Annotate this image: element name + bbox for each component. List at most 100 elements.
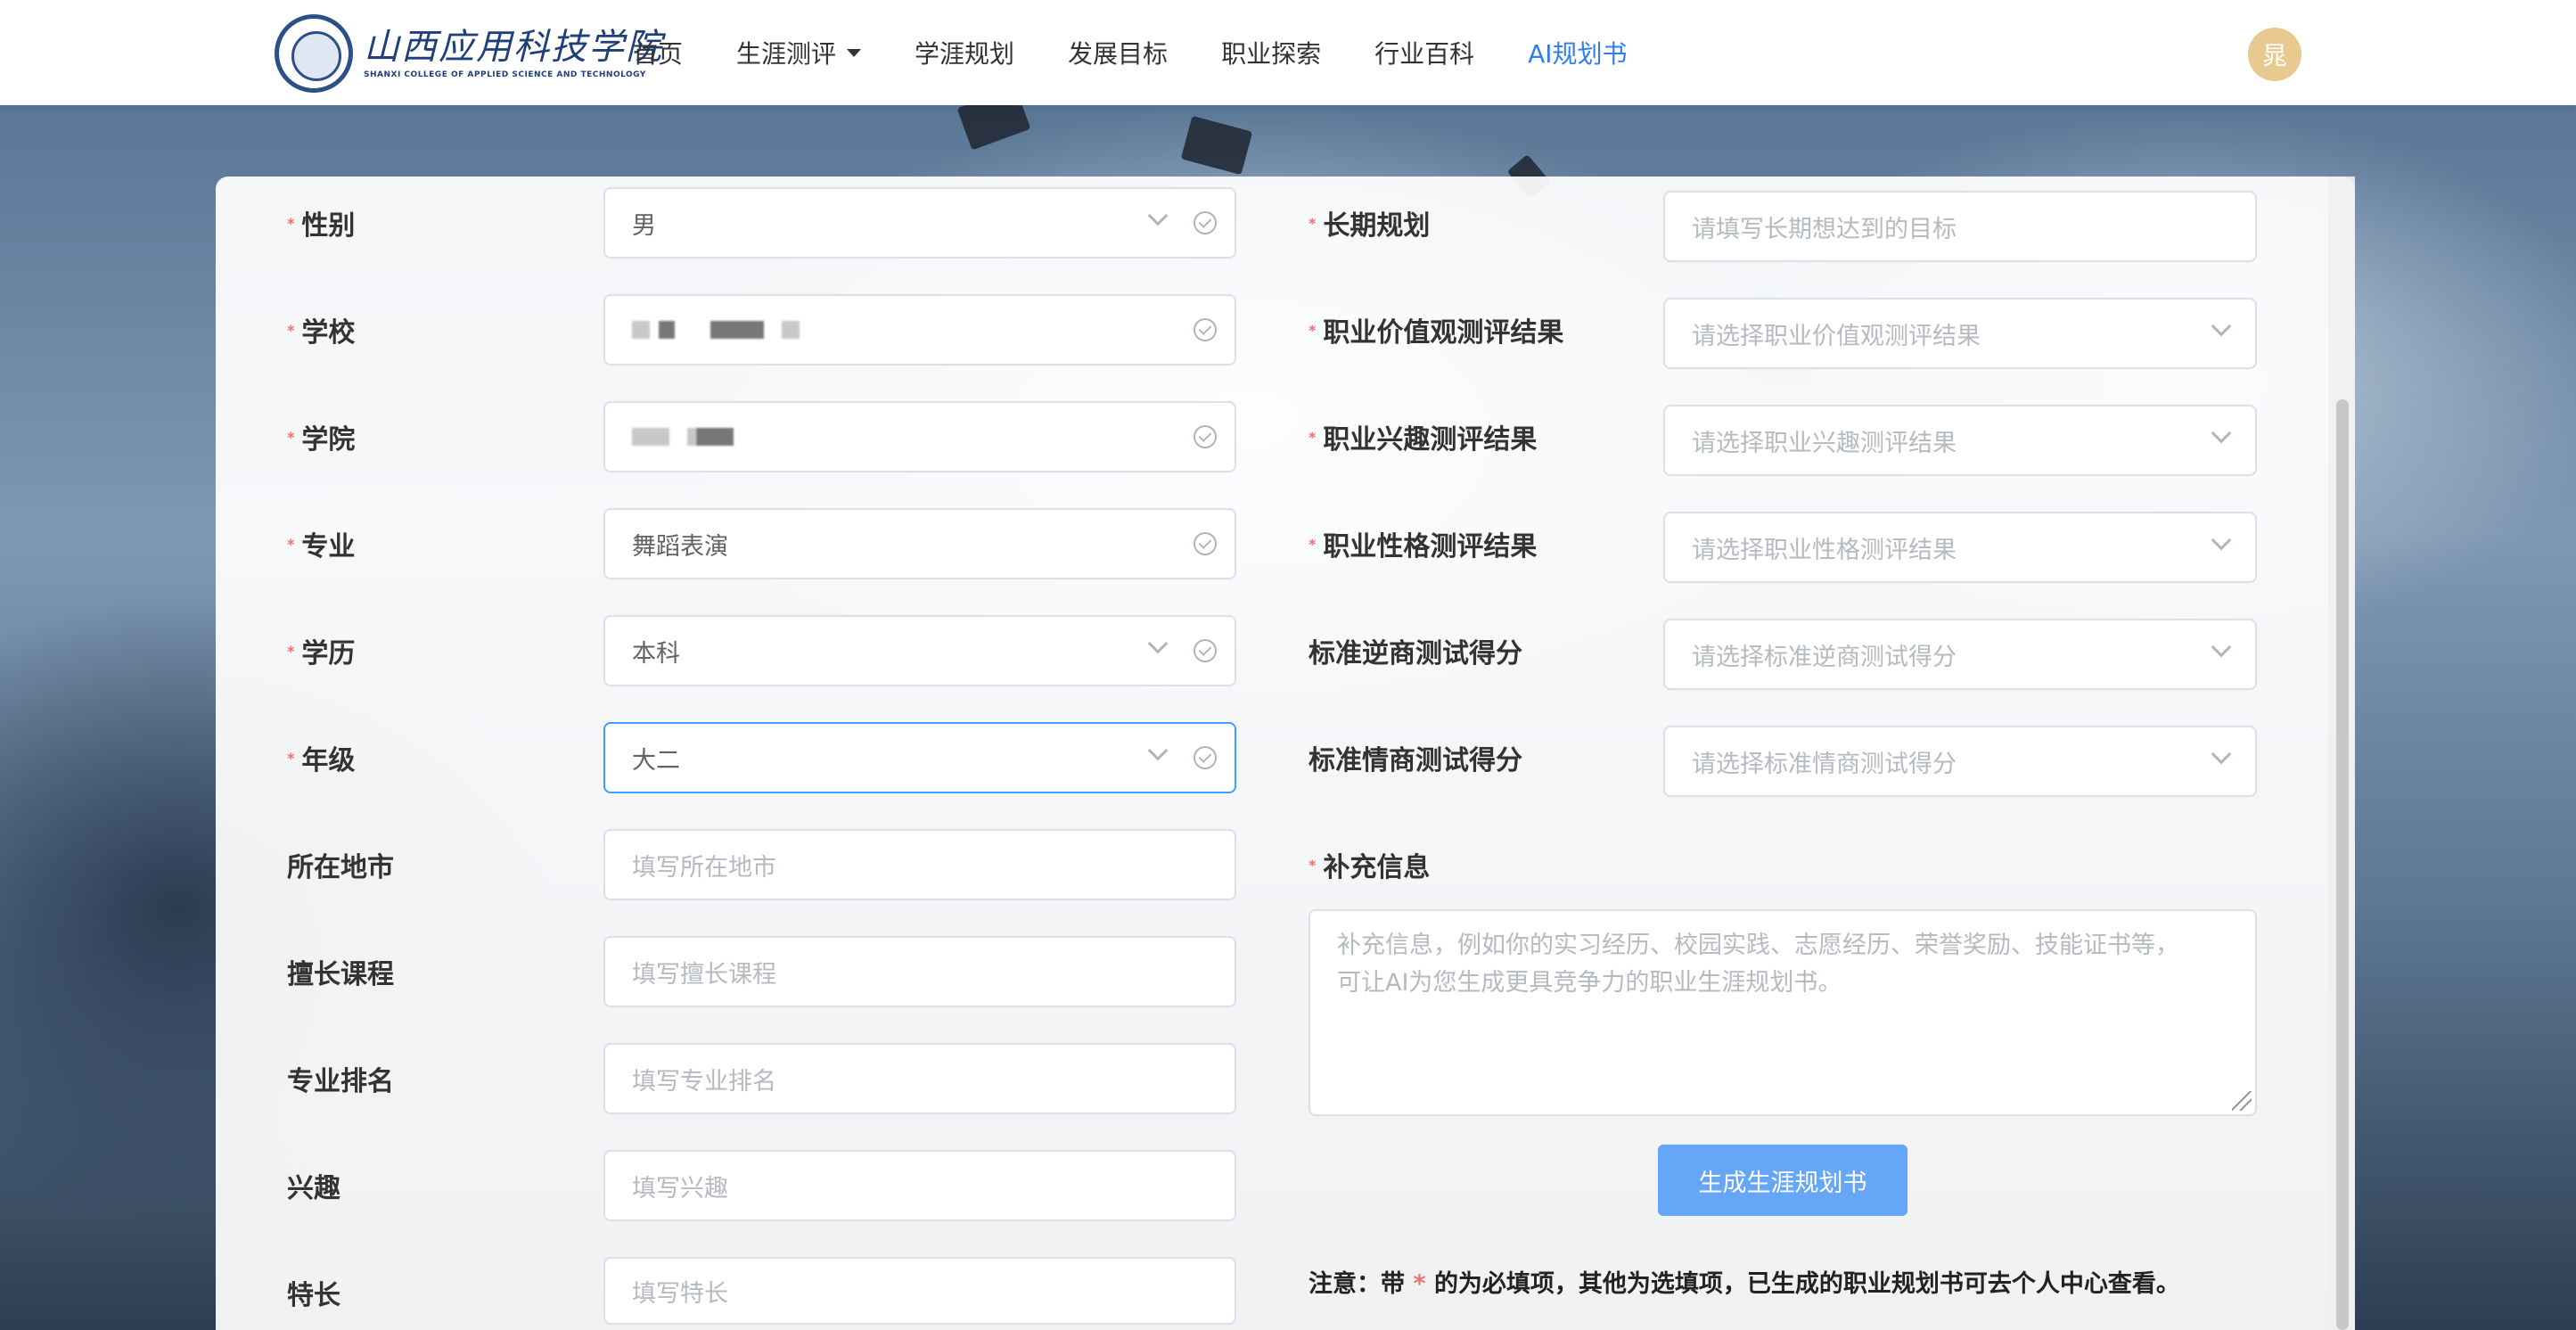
- nav-home[interactable]: 首页: [633, 35, 683, 70]
- school-label: 学校: [301, 317, 356, 349]
- chevron-down-icon: [2211, 423, 2232, 444]
- grade-select[interactable]: 大二: [603, 722, 1236, 793]
- caret-down-icon: [847, 48, 862, 57]
- extra-label-row: * 补充信息: [1309, 845, 1430, 884]
- course-label: 擅长课程: [287, 959, 394, 990]
- logo-english-name: SHANXI COLLEGE OF APPLIED SCIENCE AND TE…: [364, 70, 646, 79]
- check-circle-icon: [1194, 318, 1217, 341]
- nav-development-goals[interactable]: 发展目标: [1068, 35, 1168, 70]
- graduation-cap-decoration: [1180, 115, 1253, 176]
- logo-chinese-name: 山西应用科技学院: [364, 27, 663, 68]
- aq-placeholder: 请选择标准逆商测试得分: [1692, 643, 1957, 671]
- check-circle-icon: [1194, 532, 1217, 555]
- nav-industry-encyclopedia[interactable]: 行业百科: [1374, 35, 1474, 70]
- school-seal-icon: [275, 14, 353, 93]
- chevron-down-icon: [1147, 740, 1169, 761]
- course-label-row: 擅长课程: [287, 952, 394, 991]
- grade-label-row: * 年级: [287, 738, 355, 777]
- education-label: 学历: [301, 638, 356, 669]
- city-label-row: 所在地市: [287, 845, 394, 884]
- eq-select[interactable]: 请选择标准情商测试得分: [1663, 726, 2257, 797]
- education-label-row: * 学历: [287, 631, 355, 670]
- values-select[interactable]: 请选择职业价值观测评结果: [1663, 298, 2257, 369]
- long-term-placeholder: 请填写长期想达到的目标: [1692, 215, 1957, 243]
- blurred-text: [687, 428, 696, 446]
- interest-input[interactable]: 填写兴趣: [603, 1150, 1236, 1221]
- eq-placeholder: 请选择标准情商测试得分: [1692, 750, 1957, 778]
- specialty-label-row: 特长: [287, 1273, 340, 1312]
- chevron-down-icon: [2211, 530, 2232, 551]
- long-term-label-row: * 长期规划: [1309, 203, 1430, 242]
- long-term-input[interactable]: 请填写长期想达到的目标: [1663, 191, 2257, 262]
- personality-label: 职业性格测评结果: [1323, 531, 1538, 562]
- check-circle-icon: [1194, 425, 1217, 448]
- aq-label-row: 标准逆商测试得分: [1309, 631, 1522, 670]
- nav-career-assessment[interactable]: 生涯测评: [736, 35, 862, 70]
- values-placeholder: 请选择职业价值观测评结果: [1692, 322, 1981, 350]
- city-label: 所在地市: [287, 852, 394, 883]
- scrollbar-thumb[interactable]: [2336, 399, 2349, 1330]
- note-suffix: 的为必填项，其他为选填项，已生成的职业规划书可去个人中心查看。: [1433, 1270, 2180, 1298]
- course-input[interactable]: 填写擅长课程: [603, 936, 1236, 1007]
- blurred-text: [696, 428, 734, 446]
- chevron-down-icon: [1147, 205, 1169, 226]
- education-select[interactable]: 本科: [603, 615, 1236, 686]
- user-avatar[interactable]: 晁: [2248, 28, 2301, 81]
- blurred-text: [632, 428, 669, 446]
- aq-select[interactable]: 请选择标准逆商测试得分: [1663, 619, 2257, 690]
- interest-result-placeholder: 请选择职业兴趣测评结果: [1692, 429, 1957, 457]
- required-mark: *: [1309, 535, 1317, 553]
- note-star: *: [1413, 1270, 1426, 1298]
- extra-placeholder-line2: 可让AI为您生成更具竞争力的职业生涯规划书。: [1337, 969, 1842, 997]
- chevron-down-icon: [2211, 743, 2232, 765]
- personality-label-row: * 职业性格测评结果: [1309, 524, 1537, 563]
- check-circle-icon: [1194, 211, 1217, 234]
- college-input[interactable]: [603, 401, 1236, 472]
- specialty-input[interactable]: 填写特长: [603, 1257, 1236, 1325]
- nav-study-planning[interactable]: 学涯规划: [915, 35, 1014, 70]
- interest-label: 兴趣: [287, 1173, 340, 1204]
- major-value: 舞蹈表演: [632, 532, 728, 561]
- college-label: 学院: [301, 424, 356, 456]
- course-placeholder: 填写擅长课程: [632, 960, 776, 989]
- extra-label: 补充信息: [1323, 852, 1431, 883]
- education-value: 本科: [632, 639, 680, 668]
- college-label-row: * 学院: [287, 417, 355, 456]
- interest-label-row: 兴趣: [287, 1166, 340, 1205]
- required-note: 注意：带 * 的为必填项，其他为选填项，已生成的职业规划书可去个人中心查看。: [1309, 1264, 2180, 1299]
- interest-result-select[interactable]: 请选择职业兴趣测评结果: [1663, 405, 2257, 476]
- school-input[interactable]: [603, 294, 1236, 365]
- personality-placeholder: 请选择职业性格测评结果: [1692, 536, 1957, 564]
- check-circle-icon: [1194, 639, 1217, 662]
- nav-ai-plan[interactable]: AI规划书: [1528, 35, 1627, 70]
- resize-handle-icon[interactable]: [2232, 1091, 2252, 1111]
- extra-info-textarea[interactable]: 补充信息，例如你的实习经历、校园实践、志愿经历、荣誉奖励、技能证书等， 可让AI…: [1309, 909, 2257, 1116]
- grade-label: 年级: [301, 745, 356, 776]
- long-term-label: 长期规划: [1323, 210, 1431, 242]
- major-input[interactable]: 舞蹈表演: [603, 508, 1236, 579]
- aq-label: 标准逆商测试得分: [1309, 638, 1522, 669]
- gender-value: 男: [632, 211, 656, 240]
- required-mark: *: [1309, 428, 1317, 446]
- city-input[interactable]: 填写所在地市: [603, 829, 1236, 900]
- main-nav: 首页 生涯测评 学涯规划 发展目标 职业探索 行业百科 AI规划书: [633, 0, 1681, 105]
- ranking-label-row: 专业排名: [287, 1059, 394, 1098]
- blurred-text: [782, 321, 800, 339]
- gender-select[interactable]: 男: [603, 187, 1236, 259]
- specialty-label: 特长: [287, 1280, 340, 1311]
- eq-label: 标准情商测试得分: [1309, 745, 1522, 776]
- nav-career-exploration[interactable]: 职业探索: [1221, 35, 1321, 70]
- required-mark: *: [287, 321, 295, 339]
- eq-label-row: 标准情商测试得分: [1309, 738, 1522, 777]
- note-prefix: 注意：带: [1309, 1270, 1405, 1298]
- blurred-text: [710, 321, 764, 339]
- interest-result-label-row: * 职业兴趣测评结果: [1309, 417, 1537, 456]
- personality-select[interactable]: 请选择职业性格测评结果: [1663, 512, 2257, 583]
- ranking-placeholder: 填写专业排名: [632, 1067, 776, 1096]
- school-logo[interactable]: 山西应用科技学院 SHANXI COLLEGE OF APPLIED SCIEN…: [275, 14, 663, 93]
- gender-label-row: * 性别: [287, 203, 355, 242]
- ranking-input[interactable]: 填写专业排名: [603, 1043, 1236, 1114]
- generate-plan-button[interactable]: 生成生涯规划书: [1658, 1145, 1907, 1216]
- ranking-label: 专业排名: [287, 1066, 394, 1097]
- required-mark: *: [287, 535, 295, 553]
